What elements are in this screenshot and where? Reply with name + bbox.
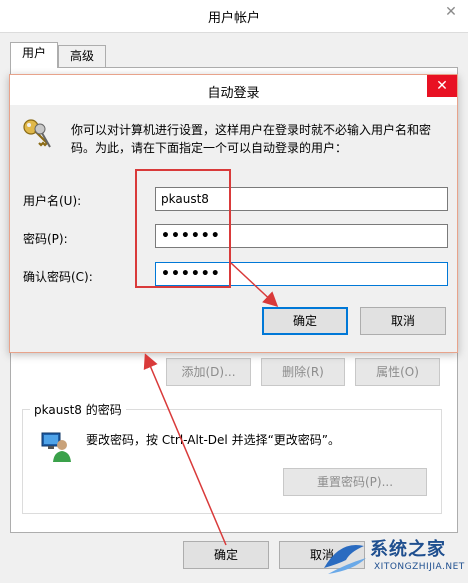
dialog-ok-button[interactable]: 确定 bbox=[262, 307, 348, 335]
password-label: 密码(P): bbox=[23, 232, 68, 246]
dialog-description: 你可以对计算机进行设置，这样用户在登录时就不必输入用户名和密码。为此，请在下面指… bbox=[71, 123, 432, 155]
add-user-button[interactable]: 添加(D)... bbox=[166, 358, 251, 386]
delete-user-button[interactable]: 删除(R) bbox=[261, 358, 345, 386]
password-group bbox=[22, 409, 442, 514]
outer-titlebar: 用户帐户 ✕ bbox=[0, 0, 468, 32]
watermark-text: 系统之家 bbox=[370, 539, 446, 560]
watermark-logo-icon bbox=[324, 544, 366, 574]
password-group-title: pkaust8 的密码 bbox=[30, 401, 126, 418]
site-watermark: 系统之家 XITONGZHIJIA.NET bbox=[316, 532, 468, 583]
confirm-password-label: 确认密码(C): bbox=[23, 270, 93, 284]
properties-button[interactable]: 属性(O) bbox=[355, 358, 440, 386]
outer-ok-button[interactable]: 确定 bbox=[183, 541, 269, 569]
dialog-close-icon[interactable]: ✕ bbox=[427, 75, 457, 97]
annotation-highlight-box bbox=[135, 169, 231, 288]
reset-password-button[interactable]: 重置密码(P)... bbox=[283, 468, 427, 496]
username-label: 用户名(U): bbox=[23, 194, 82, 208]
outer-window-title: 用户帐户 bbox=[207, 11, 260, 26]
dialog-title: 自动登录 bbox=[207, 86, 260, 101]
tab-advanced[interactable]: 高级 bbox=[58, 45, 106, 67]
user-monitor-icon bbox=[41, 432, 71, 462]
keys-icon bbox=[23, 119, 51, 148]
change-password-hint: 要改密码，按 Ctrl-Alt-Del 并选择“更改密码”。 bbox=[86, 433, 341, 447]
tab-users[interactable]: 用户 bbox=[10, 42, 58, 68]
outer-close-icon[interactable]: ✕ bbox=[436, 0, 466, 24]
auto-login-dialog: 自动登录 ✕ 你可以对计算机进行设置，这样用户在登录时就不必输入用户名和密码。为… bbox=[9, 74, 458, 353]
watermark-subtext: XITONGZHIJIA.NET bbox=[374, 562, 465, 572]
dialog-cancel-button[interactable]: 取消 bbox=[360, 307, 446, 335]
dialog-titlebar: 自动登录 ✕ bbox=[10, 75, 457, 105]
